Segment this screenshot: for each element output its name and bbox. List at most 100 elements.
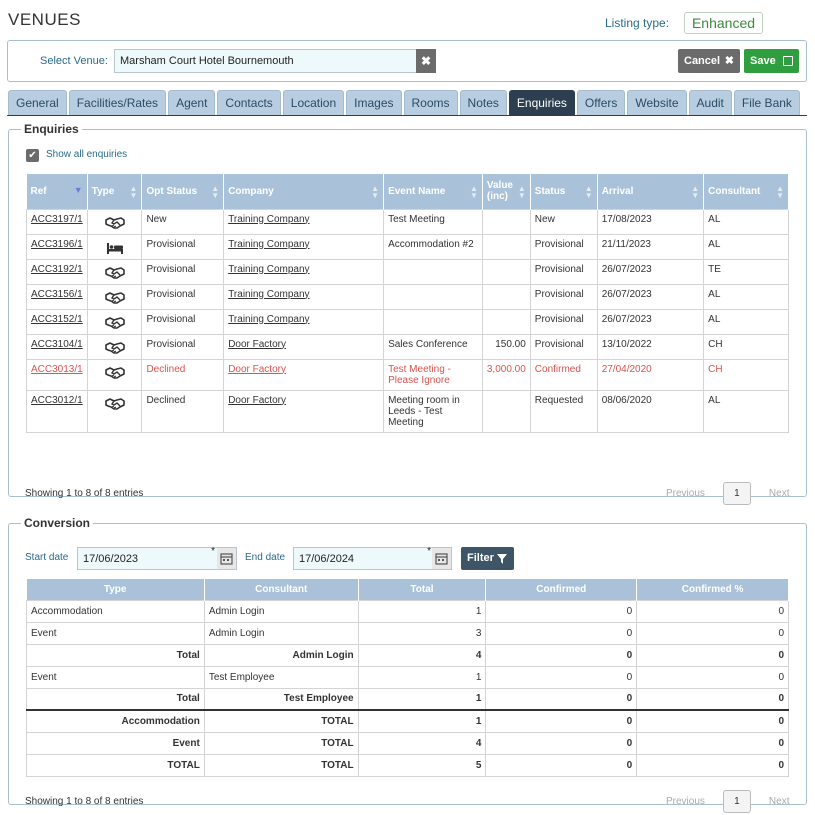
tab-location[interactable]: Location xyxy=(282,90,345,115)
company-link[interactable]: Training Company xyxy=(228,264,309,275)
tab-images[interactable]: Images xyxy=(346,90,402,115)
column-header-value[interactable]: Value (inc) ▲ ▼ xyxy=(482,174,531,209)
enquiry-ref-link[interactable]: ACC3196/1 xyxy=(31,239,83,250)
column-header-consultant[interactable]: Consultant ▲ ▼ xyxy=(703,174,789,209)
previous-page-button[interactable]: Previous xyxy=(666,488,705,499)
tab-general[interactable]: General xyxy=(8,90,67,115)
tab-contacts[interactable]: Contacts xyxy=(217,90,281,115)
enquiry-ref-link[interactable]: ACC3197/1 xyxy=(31,214,83,225)
column-header-type[interactable]: Type ▲ ▼ xyxy=(87,174,143,209)
tab-file-bank[interactable]: File Bank xyxy=(733,90,800,115)
conversion-row: Event Admin Login 3 0 0 xyxy=(26,621,789,645)
next-page-button[interactable]: Next xyxy=(769,796,790,807)
page-1-button[interactable]: 1 xyxy=(722,790,751,813)
column-header-label: Company xyxy=(228,185,274,197)
tab-rooms[interactable]: Rooms xyxy=(403,90,458,115)
cell-consultant: TE xyxy=(703,258,789,285)
tab-website[interactable]: Website xyxy=(627,90,687,115)
enquiry-row: ACC3012/1 Declined Door Factory Meeting roo… xyxy=(26,389,789,433)
conv-cell-consultant: Admin Login xyxy=(203,643,359,667)
tab-underline xyxy=(7,115,807,116)
cell-status: Requested xyxy=(529,389,598,433)
tab-enquiries[interactable]: Enquiries xyxy=(508,90,575,115)
filter-button[interactable]: Filter xyxy=(461,547,514,570)
column-header-company[interactable]: Company ▲ ▼ xyxy=(223,174,385,209)
enquiry-ref-link[interactable]: ACC3192/1 xyxy=(31,264,83,275)
previous-page-button[interactable]: Previous xyxy=(666,796,705,807)
select-venue-label: Select Venue: xyxy=(40,55,108,67)
cell-arrival: 17/08/2023 xyxy=(596,208,705,235)
sort-desc-icon: ▼ xyxy=(73,185,83,195)
company-link[interactable]: Door Factory xyxy=(228,364,286,375)
cell-status: Provisional xyxy=(529,333,598,360)
tab-facilities-rates[interactable]: Facilities/Rates xyxy=(68,90,167,115)
cell-company: Training Company xyxy=(223,233,385,260)
enquiry-ref-link[interactable]: ACC3012/1 xyxy=(31,395,83,406)
cell-consultant: AL xyxy=(703,233,789,260)
conv-cell-consultant: Test Employee xyxy=(203,665,359,689)
cell-ref: ACC3156/1 xyxy=(26,283,88,310)
cell-event-name xyxy=(383,283,483,310)
conversion-table: Type Consultant Total Confirmed Confirme… xyxy=(26,579,789,777)
conv-cell-total: 3 xyxy=(357,621,487,645)
tab-offers[interactable]: Offers xyxy=(576,90,626,115)
cell-status: Provisional xyxy=(529,233,598,260)
cell-consultant: AL xyxy=(703,308,789,335)
save-button[interactable]: Save xyxy=(744,49,799,73)
cancel-button[interactable]: Cancel ✖ xyxy=(678,49,740,73)
cell-type xyxy=(86,208,143,235)
company-link[interactable]: Training Company xyxy=(228,239,309,250)
conv-cell-confirmed: 0 xyxy=(485,621,638,645)
conv-cell-type: Total xyxy=(26,687,205,711)
cell-arrival: 21/11/2023 xyxy=(596,233,705,260)
end-date-calendar-button[interactable] xyxy=(432,547,452,570)
enquiry-ref-link[interactable]: ACC3152/1 xyxy=(31,314,83,325)
company-link[interactable]: Training Company xyxy=(228,314,309,325)
column-header-label: Value (inc) xyxy=(486,180,513,203)
enquiry-ref-link[interactable]: ACC3104/1 xyxy=(31,339,83,350)
cell-status: New xyxy=(529,208,598,235)
column-header-status[interactable]: Status ▲ ▼ xyxy=(530,174,598,209)
cell-opt-status: Provisional xyxy=(141,283,225,310)
page-title: VENUES xyxy=(8,10,81,29)
column-header-event-name[interactable]: Event Name ▲ ▼ xyxy=(383,174,483,209)
next-page-button[interactable]: Next xyxy=(769,488,790,499)
tab-notes[interactable]: Notes xyxy=(459,90,507,115)
enquiry-ref-link[interactable]: ACC3013/1 xyxy=(31,364,83,375)
venue-selector-bar: Select Venue: ✖ Cancel ✖ Save xyxy=(7,40,807,82)
cell-type xyxy=(86,283,143,310)
enquiry-ref-link[interactable]: ACC3156/1 xyxy=(31,289,83,300)
times-icon: ✖ xyxy=(420,54,432,68)
cell-arrival: 13/10/2022 xyxy=(596,333,705,360)
company-link[interactable]: Training Company xyxy=(228,289,309,300)
company-link[interactable]: Door Factory xyxy=(228,339,286,350)
conv-cell-consultant: TOTAL xyxy=(203,709,359,733)
handshake-icon xyxy=(92,366,138,380)
company-link[interactable]: Door Factory xyxy=(228,395,286,406)
start-date-calendar-button[interactable] xyxy=(217,547,237,570)
column-header-opt-status[interactable]: Opt Status ▲ ▼ xyxy=(141,174,225,209)
conv-cell-consultant: Admin Login xyxy=(203,599,359,623)
company-link[interactable]: Training Company xyxy=(228,214,309,225)
venue-input[interactable] xyxy=(114,49,418,73)
cell-ref: ACC3197/1 xyxy=(26,208,88,235)
cell-ref: ACC3012/1 xyxy=(26,389,88,433)
tab-audit[interactable]: Audit xyxy=(688,90,732,115)
cell-consultant: CH xyxy=(703,358,789,391)
cell-type xyxy=(86,333,143,360)
conversion-pagination: Previous 1 Next xyxy=(666,790,789,813)
show-all-enquiries-checkbox[interactable]: ✔ Show all enquiries xyxy=(26,149,127,162)
conv-cell-confirmed-pct: 0 xyxy=(636,599,789,623)
end-date-input[interactable]: 17/06/2024 * xyxy=(293,546,435,570)
column-header-arrival[interactable]: Arrival ▲ ▼ xyxy=(597,174,705,209)
column-header-ref[interactable]: Ref ▼ xyxy=(26,174,88,209)
clear-venue-button[interactable]: ✖ xyxy=(416,49,436,73)
column-header-label: Arrival xyxy=(601,185,634,197)
listing-type-label: Listing type: xyxy=(605,16,670,30)
conv-cell-confirmed: 0 xyxy=(485,753,638,777)
page-1-button[interactable]: 1 xyxy=(722,482,751,505)
cell-opt-status: Provisional xyxy=(141,258,225,285)
start-date-input[interactable]: 17/06/2023 * xyxy=(77,546,219,570)
tab-agent[interactable]: Agent xyxy=(168,90,216,115)
column-header-label: Consultant xyxy=(708,185,761,197)
